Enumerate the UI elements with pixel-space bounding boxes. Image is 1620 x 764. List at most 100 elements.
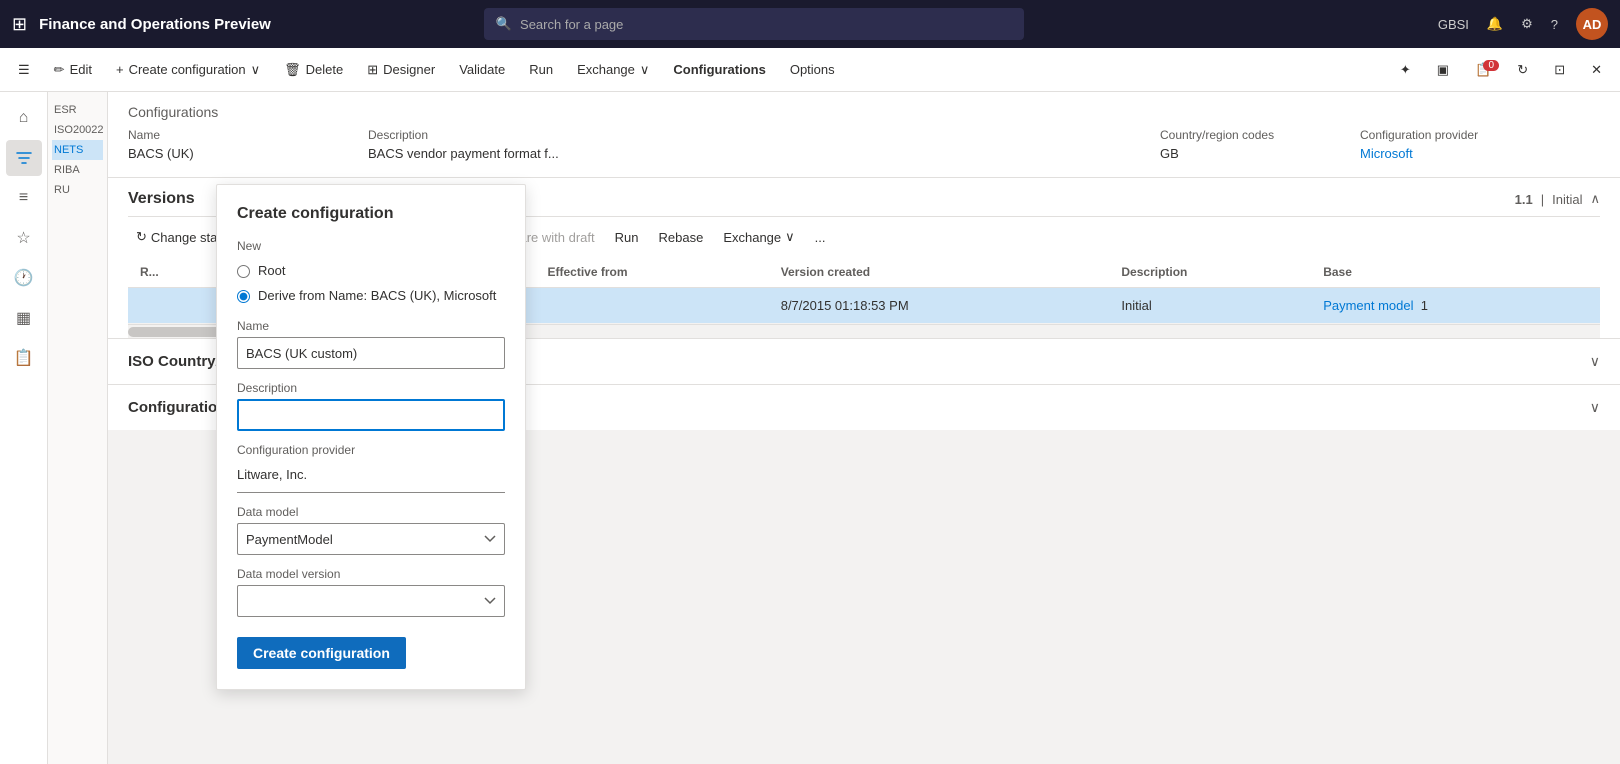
chevron-down-icon: ∨ (251, 62, 261, 78)
bell-icon[interactable]: 🔔 (1487, 16, 1503, 32)
exchange-button[interactable]: Exchange ∨ (567, 58, 659, 82)
designer-button[interactable]: ⊞ Designer (357, 58, 445, 82)
country-field-group: Country/region codes GB (1160, 128, 1360, 161)
version-separator: | (1541, 192, 1544, 207)
gear-icon[interactable]: ⚙ (1521, 16, 1533, 32)
col-r: R... (128, 257, 224, 288)
cell-created: 8/7/2015 01:18:53 PM (769, 288, 1110, 324)
help-icon[interactable]: ? (1551, 17, 1558, 32)
edit-button[interactable]: ✏ Edit (44, 58, 102, 82)
versions-more-button[interactable]: ... (807, 226, 834, 249)
version-badge: 1.1 | Initial ∧ (1515, 191, 1600, 207)
sidebar-item-notes[interactable]: 📋 (6, 340, 42, 376)
rebase-button[interactable]: Rebase (651, 226, 712, 249)
create-config-panel: Create configuration New Root Derive fro… (216, 184, 526, 690)
version-status-badge: Initial (1552, 192, 1582, 207)
data-model-select[interactable]: PaymentModel (237, 523, 505, 555)
delete-button[interactable]: 🗑 Delete (274, 58, 353, 82)
run-button[interactable]: Run (519, 58, 563, 81)
sidebar-item-history[interactable]: 🕐 (6, 260, 42, 296)
radio-group: Root Derive from Name: BACS (UK), Micros… (237, 263, 505, 303)
hamburger-icon: ☰ (18, 62, 30, 78)
data-model-field-label: Data model (237, 505, 505, 519)
desc-field-group-label: Description (368, 128, 1140, 142)
version-number: 1.1 (1515, 192, 1533, 207)
config-list-narrow: ESR ISO20022 NETS RIBA RU (48, 92, 108, 764)
trash-icon: 🗑 (284, 62, 301, 78)
config-section-header: Configurations (108, 92, 1620, 128)
country-field-group-value: GB (1160, 146, 1340, 161)
versions-exchange-button[interactable]: Exchange ∨ (715, 225, 802, 249)
sidebar-item-star[interactable]: ☆ (6, 220, 42, 256)
panel-toggle-button[interactable]: ▣ (1427, 58, 1459, 82)
base-link[interactable]: Payment model (1323, 298, 1413, 313)
create-config-submit-button[interactable]: Create configuration (237, 637, 406, 669)
designer-icon: ⊞ (367, 62, 378, 78)
exchange-chevron-icon: ∨ (640, 62, 650, 78)
derive-radio-item[interactable]: Derive from Name: BACS (UK), Microsoft (237, 288, 505, 303)
edit-label: Edit (70, 62, 92, 77)
sidebar-item-home[interactable]: ⌂ (6, 100, 42, 136)
delete-label: Delete (306, 62, 344, 77)
plus-icon: + (116, 62, 124, 77)
run-label: Run (529, 62, 553, 77)
config-item-nets[interactable]: NETS (52, 140, 103, 160)
config-item-ru[interactable]: RU (52, 180, 103, 200)
options-label: Options (790, 62, 835, 77)
expand-icon-button[interactable]: ✦ (1390, 58, 1421, 82)
derive-radio-label: Derive from Name: BACS (UK), Microsoft (258, 288, 496, 303)
configurations-label: Configurations (673, 62, 765, 77)
configurations-button[interactable]: Configurations (663, 58, 775, 81)
avatar-initials: AD (1583, 17, 1602, 32)
edit-pencil-icon: ✏ (54, 62, 65, 78)
config-item-iso[interactable]: ISO20022 (52, 120, 103, 140)
root-radio-item[interactable]: Root (237, 263, 505, 278)
grid-icon[interactable]: ⊞ (12, 14, 27, 35)
config-provider-field-label: Configuration provider (237, 443, 505, 457)
more-dots-label: ... (815, 230, 826, 245)
config-item-riba[interactable]: RIBA (52, 160, 103, 180)
close-button[interactable]: ✕ (1581, 58, 1612, 82)
col-created: Version created (769, 257, 1110, 288)
data-model-version-select[interactable] (237, 585, 505, 617)
config-provider-field-input[interactable] (237, 461, 505, 493)
name-field-group-label: Name (128, 128, 348, 142)
search-icon: 🔍 (496, 16, 512, 32)
refresh-button[interactable]: ↻ (1507, 58, 1538, 82)
org-label: GBSI (1438, 17, 1469, 32)
hamburger-menu-button[interactable]: ☰ (8, 58, 40, 82)
name-field-label: Name (237, 319, 505, 333)
cell-description: Initial (1109, 288, 1311, 324)
validate-button[interactable]: Validate (449, 58, 515, 81)
versions-collapse-icon[interactable]: ∧ (1590, 191, 1600, 207)
designer-label: Designer (383, 62, 435, 77)
description-field-input[interactable] (237, 399, 505, 431)
name-field-input[interactable] (237, 337, 505, 369)
provider-field-group: Configuration provider Microsoft (1360, 128, 1600, 161)
restore-button[interactable]: ⊡ (1544, 58, 1575, 82)
sidebar-item-filter[interactable] (6, 140, 42, 176)
create-config-label: Create configuration (129, 62, 246, 77)
top-nav: ⊞ Finance and Operations Preview 🔍 Searc… (0, 0, 1620, 48)
top-nav-right: GBSI 🔔 ⚙ ? AD (1438, 8, 1608, 40)
create-config-button[interactable]: + Create configuration ∨ (106, 58, 270, 82)
derive-radio[interactable] (237, 290, 250, 303)
versions-run-button[interactable]: Run (607, 226, 647, 249)
search-bar[interactable]: 🔍 Search for a page (484, 8, 1024, 40)
config-item-esr[interactable]: ESR (52, 100, 103, 120)
app-title: Finance and Operations Preview (39, 16, 271, 33)
components-chevron-icon: ∨ (1590, 399, 1600, 416)
sidebar: ⌂ ≡ ☆ 🕐 ▦ 📋 (0, 92, 48, 764)
col-base: Base (1311, 257, 1600, 288)
sidebar-item-dashboard[interactable]: ▦ (6, 300, 42, 336)
root-radio[interactable] (237, 265, 250, 278)
badge-button[interactable]: 📋 0 (1465, 58, 1501, 82)
cell-base: Payment model 1 (1311, 288, 1600, 324)
options-button[interactable]: Options (780, 58, 845, 81)
iso-chevron-icon: ∨ (1590, 353, 1600, 370)
search-placeholder: Search for a page (520, 17, 623, 32)
provider-field-group-value[interactable]: Microsoft (1360, 146, 1580, 161)
main-layout: ⌂ ≡ ☆ 🕐 ▦ 📋 ESR ISO20022 NETS RIBA RU Cr… (0, 92, 1620, 764)
sidebar-item-list[interactable]: ≡ (6, 180, 42, 216)
avatar[interactable]: AD (1576, 8, 1608, 40)
